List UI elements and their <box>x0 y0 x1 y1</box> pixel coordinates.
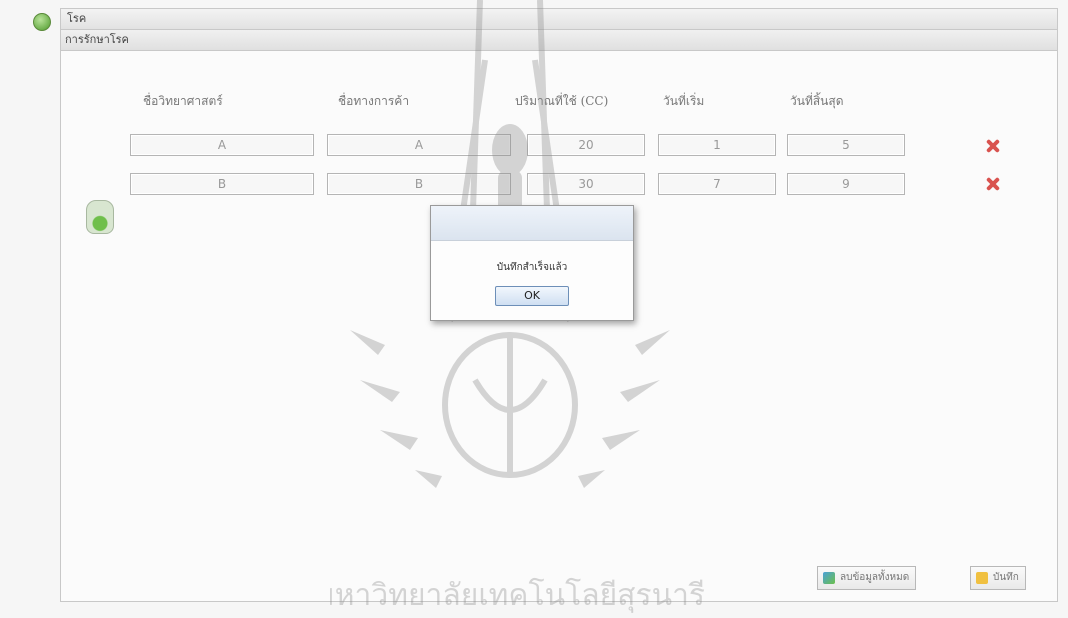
panel-subheader: การรักษาโรค <box>61 30 1057 51</box>
dosage-field[interactable]: 20 <box>527 134 645 156</box>
save-button[interactable]: บันทึก <box>970 566 1026 590</box>
clear-icon <box>823 572 835 584</box>
dialog-title-bar <box>431 206 633 241</box>
start-date-field[interactable]: 1 <box>658 134 776 156</box>
add-drug-icon[interactable] <box>86 200 114 234</box>
dosage-field[interactable]: 30 <box>527 173 645 195</box>
save-label: บันทึก <box>993 572 1019 583</box>
trade-name-field[interactable]: B <box>327 173 511 195</box>
clear-all-button[interactable]: ลบข้อมูลทั้งหมด <box>817 566 917 590</box>
panel-header: โรค <box>61 9 1057 30</box>
scientific-name-field[interactable]: B <box>130 173 314 195</box>
delete-x-icon[interactable] <box>984 175 1002 193</box>
panel-header-title: โรค <box>67 12 87 25</box>
scientific-name-field[interactable]: A <box>130 134 314 156</box>
save-icon <box>976 572 988 584</box>
trade-name-field[interactable]: A <box>327 134 511 156</box>
column-header-dosage: ปริมาณที่ใช้ (CC) <box>515 94 609 108</box>
globe-icon <box>33 13 51 31</box>
ok-button[interactable]: OK <box>495 286 569 306</box>
dialog-message: บันทึกสำเร็จแล้ว <box>496 262 568 273</box>
panel-subheader-title: การรักษาโรค <box>65 33 129 46</box>
delete-x-icon[interactable] <box>984 137 1002 155</box>
column-header-end-date: วันที่สิ้นสุด <box>790 94 844 108</box>
column-header-start-date: วันที่เริ่ม <box>663 94 705 108</box>
message-dialog: บันทึกสำเร็จแล้ว OK <box>430 205 634 321</box>
start-date-field[interactable]: 7 <box>658 173 776 195</box>
clear-all-label: ลบข้อมูลทั้งหมด <box>840 572 910 583</box>
column-header-trade-name: ชื่อทางการค้า <box>338 94 410 108</box>
end-date-field[interactable]: 9 <box>787 173 905 195</box>
end-date-field[interactable]: 5 <box>787 134 905 156</box>
column-header-scientific-name: ชื่อวิทยาศาสตร์ <box>143 94 223 108</box>
